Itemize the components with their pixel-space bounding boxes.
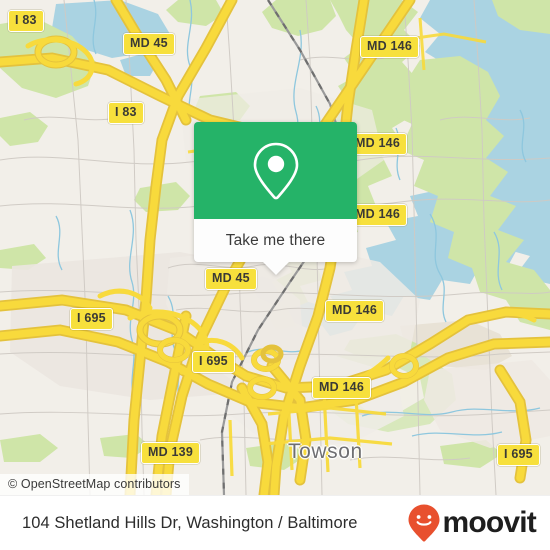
place-label-towson: Towson xyxy=(288,440,363,463)
location-popup[interactable]: Take me there xyxy=(194,122,357,275)
popup-pointer xyxy=(262,262,289,275)
popup-header xyxy=(194,122,357,219)
moovit-logo[interactable]: moovit xyxy=(407,503,537,543)
road-shield: MD 45 xyxy=(205,268,257,290)
road-shield: MD 146 xyxy=(312,377,371,399)
road-shield: I 695 xyxy=(192,351,235,373)
map-screen: I 83 MD 45 MD 146 I 83 MD 146 MD 146 MD … xyxy=(0,0,550,550)
road-shield: I 695 xyxy=(497,444,540,466)
road-shield: I 83 xyxy=(108,102,144,124)
moovit-pin-icon xyxy=(408,504,440,542)
map-attribution[interactable]: © OpenStreetMap contributors xyxy=(0,474,189,495)
address-label: 104 Shetland Hills Dr, Washington / Balt… xyxy=(22,513,358,532)
popup-action-bar[interactable]: Take me there xyxy=(194,219,357,275)
road-shield: I 83 xyxy=(8,10,44,32)
road-shield: MD 146 xyxy=(325,300,384,322)
bottom-bar: 104 Shetland Hills Dr, Washington / Balt… xyxy=(0,495,550,550)
take-me-there-label: Take me there xyxy=(225,231,326,249)
moovit-wordmark: moovit xyxy=(442,506,536,539)
road-shield: MD 146 xyxy=(360,36,419,58)
road-shield: MD 45 xyxy=(123,33,175,55)
road-shield: MD 139 xyxy=(141,442,200,464)
map-pin-icon xyxy=(253,142,298,199)
road-shield: I 695 xyxy=(70,308,113,330)
